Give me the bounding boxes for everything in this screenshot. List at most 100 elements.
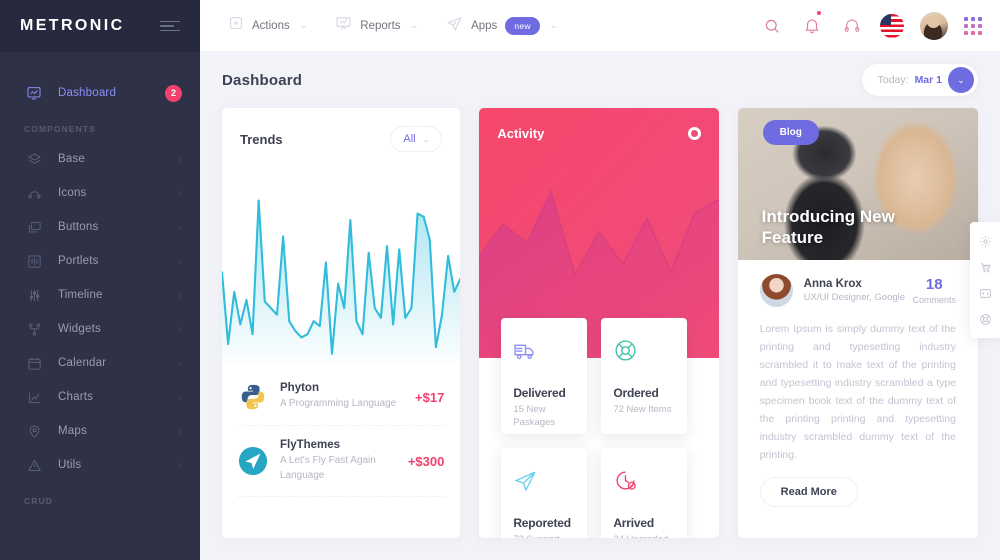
list-item[interactable]: Phyton A Programming Language +$17 [238, 369, 445, 426]
app-grid-icon[interactable] [964, 16, 982, 35]
chevron-right-icon: › [179, 392, 182, 402]
sidebar-badge-dashboard: 2 [165, 84, 182, 102]
flag-us-icon[interactable] [880, 13, 904, 38]
activity-header: Activity [479, 108, 718, 141]
trends-filter-label: All [403, 133, 416, 145]
chevron-right-icon: › [179, 222, 182, 232]
plus-box-icon [228, 15, 244, 36]
blog-tag-badge[interactable]: Blog [762, 120, 819, 145]
flythemes-logo [238, 446, 268, 476]
sidebar-item-timeline[interactable]: Timeline › [0, 278, 200, 312]
blog-hero-image: Blog Introducing New Feature [737, 108, 978, 260]
app-root: METRONIC Dashboard 2 COMPONENTS Base › I… [0, 0, 1000, 560]
activity-tile-sub: 72 New Items [613, 404, 672, 415]
sidebar-item-dashboard[interactable]: Dashboard 2 [0, 76, 200, 110]
notification-dot [817, 10, 821, 15]
activity-tile-delivered[interactable]: Delivered 15 New Paskages [501, 318, 588, 434]
sidebar-item-label: Portlets [58, 255, 99, 267]
activity-tile-label: Reporeted [513, 516, 571, 530]
blog-author-info: Anna Krox UX/UI Designer, Google [804, 278, 905, 303]
activity-tile-sub: 72 Support [513, 534, 575, 538]
lifebuoy-icon[interactable] [970, 306, 1000, 332]
sidebar-item-utils[interactable]: Utils › [0, 448, 200, 482]
user-avatar[interactable] [920, 11, 948, 40]
equalizer-box-icon [24, 251, 44, 271]
sidebar-section-crud: CRUD [24, 496, 53, 506]
activity-title: Activity [497, 126, 545, 141]
circle-dot-icon[interactable] [687, 127, 701, 140]
sidebar-item-label: Timeline [58, 289, 103, 301]
list-item-desc: A Let's Fly Fast Again Language [280, 455, 376, 481]
gear-icon[interactable] [970, 228, 1000, 254]
brand-header: METRONIC [0, 0, 200, 52]
daterange-value: Mar 1 [914, 74, 942, 86]
chevron-right-icon: › [179, 358, 182, 368]
list-item[interactable]: FlyThemes A Let's Fly Fast Again Languag… [238, 426, 445, 497]
blog-comments-count: 18 [925, 275, 943, 293]
activity-tile-label: Delivered [513, 386, 566, 400]
cart-icon[interactable] [970, 254, 1000, 280]
page-content: Dashboard Today: Mar 1 ⌄ Trends All ⌄ Ph… [200, 52, 1000, 560]
chevron-right-icon: › [179, 324, 182, 334]
activity-tile-ordered[interactable]: Ordered 72 New Items [601, 318, 688, 434]
activity-tile-label: Arrived [613, 516, 654, 530]
code-icon[interactable] [970, 280, 1000, 306]
chevron-down-icon: ⌄ [410, 20, 419, 30]
python-logo [238, 382, 268, 412]
topbar-badge-new: new [505, 16, 540, 35]
hamburger-icon[interactable] [160, 20, 180, 32]
blog-headline: Introducing New Feature [761, 206, 895, 247]
list-item-title: FlyThemes [280, 439, 341, 451]
sidebar-item-label: Base [58, 153, 86, 165]
presentation-chart-icon [335, 15, 352, 37]
sidebar-item-calendar[interactable]: Calendar › [0, 346, 200, 380]
trends-header: Trends All ⌄ [222, 108, 460, 152]
topbar-item-reports[interactable]: Reports ⌄ [323, 9, 430, 43]
daterange-picker[interactable]: Today: Mar 1 ⌄ [861, 64, 978, 96]
sidebar-item-maps[interactable]: Maps › [0, 414, 200, 448]
brand-logo: METRONIC [20, 17, 125, 34]
sidebar-item-base[interactable]: Base › [0, 142, 200, 176]
bell-icon[interactable] [800, 10, 824, 38]
read-more-button[interactable]: Read More [759, 477, 858, 508]
sidebar-item-buttons[interactable]: Buttons › [0, 210, 200, 244]
sidebar-section-components: COMPONENTS [24, 124, 96, 134]
blog-author-row: Anna Krox UX/UI Designer, Google 18 Comm… [759, 274, 956, 307]
sidebar-item-widgets[interactable]: Widgets › [0, 312, 200, 346]
sidebar-item-label: Buttons [58, 221, 99, 233]
activity-tiles: Delivered 15 New Paskages Ordered 72 New… [501, 318, 688, 538]
blog-author-role: UX/UI Designer, Google [803, 292, 906, 303]
search-icon[interactable] [760, 14, 784, 38]
activity-tile-reporeted[interactable]: Reporeted 72 Support [501, 448, 588, 538]
chevron-right-icon: › [179, 256, 182, 266]
topbar-item-label: Actions [252, 19, 290, 32]
topbar-menu: Actions ⌄ Reports ⌄ Apps new ⌄ [216, 9, 569, 43]
trends-filter-dropdown[interactable]: All ⌄ [390, 126, 443, 152]
chevron-down-icon[interactable]: ⌄ [948, 67, 974, 93]
sidebar-item-label: Maps [58, 425, 87, 437]
chevron-right-icon: › [179, 460, 182, 470]
lifebuoy-icon [613, 338, 675, 380]
paper-plane-icon [446, 15, 463, 37]
chevron-down-icon: ⌄ [422, 134, 430, 144]
sidebar-item-label: Widgets [58, 323, 101, 335]
list-item-title: Phyton [280, 382, 319, 395]
network-node-icon [24, 319, 44, 339]
topbar-item-apps[interactable]: Apps new ⌄ [434, 9, 569, 43]
paper-plane-icon [513, 468, 575, 510]
activity-tile-arrived[interactable]: Arrived 34 Upgraded [601, 448, 688, 538]
sidebar-item-portlets[interactable]: Portlets › [0, 244, 200, 278]
chat-icon[interactable] [840, 14, 864, 38]
sidebar-item-icons[interactable]: Icons › [0, 176, 200, 210]
bar-chart-icon [24, 387, 44, 407]
topbar-item-actions[interactable]: Actions ⌄ [216, 9, 319, 42]
trends-sparkline-chart [222, 188, 461, 363]
sidebar: METRONIC Dashboard 2 COMPONENTS Base › I… [0, 0, 200, 560]
map-pin-icon [24, 421, 44, 441]
list-item-amount: +$300 [407, 453, 445, 469]
sidebar-item-charts[interactable]: Charts › [0, 380, 200, 414]
truck-icon [513, 338, 575, 380]
blog-body: Anna Krox UX/UI Designer, Google 18 Comm… [738, 260, 978, 508]
trends-title: Trends [240, 131, 283, 147]
blog-paragraph: Lorem Ipsum is simply dummy text of the … [759, 323, 956, 462]
